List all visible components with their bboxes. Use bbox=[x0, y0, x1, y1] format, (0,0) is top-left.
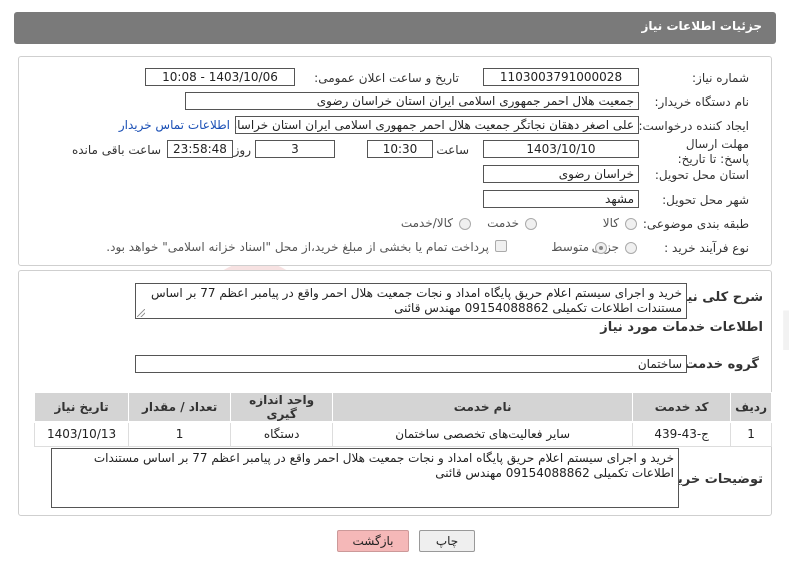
cell-name: سایر فعالیت‌های تخصصی ساختمان bbox=[332, 421, 634, 447]
cell-code: ج-43-439 bbox=[632, 421, 732, 447]
remaining-time-field[interactable]: 23:58:48 bbox=[167, 140, 233, 158]
summary-text: خرید و اجرای سیستم اعلام حریق پایگاه امد… bbox=[150, 286, 682, 315]
buyer-org-label: نام دستگاه خریدار: bbox=[654, 95, 750, 109]
summary-textarea[interactable]: خرید و اجرای سیستم اعلام حریق پایگاه امد… bbox=[135, 283, 687, 319]
remaining-time-label: ساعت باقی مانده bbox=[71, 143, 161, 157]
page-title: جزئیات اطلاعات نیاز bbox=[641, 19, 762, 33]
treasury-checkbox[interactable] bbox=[495, 240, 507, 252]
process-medium-label: متوسط bbox=[551, 240, 589, 254]
header-bar: جزئیات اطلاعات نیاز bbox=[14, 12, 776, 44]
category-label: طبقه بندی موضوعی: bbox=[642, 217, 749, 231]
print-button[interactable]: چاپ bbox=[419, 530, 475, 552]
services-table: ردیف کد خدمت نام خدمت واحد اندازه گیری ت… bbox=[33, 392, 772, 447]
cell-date: 1403/10/13 bbox=[33, 421, 130, 447]
cell-qty: 1 bbox=[128, 421, 232, 447]
deadline-time-field[interactable]: 10:30 bbox=[367, 140, 433, 158]
province-field[interactable]: خراسان رضوی bbox=[483, 165, 639, 183]
buyer-notes-textarea[interactable]: خرید و اجرای سیستم اعلام حریق پایگاه امد… bbox=[51, 448, 679, 508]
buyer-notes-text: خرید و اجرای سیستم اعلام حریق پایگاه امد… bbox=[93, 451, 674, 480]
cell-row: 1 bbox=[730, 421, 772, 447]
deadline-date-field[interactable]: 1403/10/10 bbox=[483, 140, 639, 158]
table-row[interactable]: 1 ج-43-439 سایر فعالیت‌های تخصصی ساختمان… bbox=[33, 421, 772, 447]
need-details-page: AriaTender.neT جزئیات اطلاعات نیاز شماره… bbox=[0, 0, 789, 566]
category-goods-radio[interactable] bbox=[625, 218, 637, 230]
announce-date-label: تاریخ و ساعت اعلان عمومی: bbox=[314, 71, 459, 85]
category-service-label: خدمت bbox=[487, 216, 519, 230]
col-name-header: نام خدمت bbox=[332, 392, 634, 423]
need-info-panel bbox=[18, 56, 772, 266]
buyer-contact-link[interactable]: اطلاعات تماس خریدار bbox=[119, 118, 230, 132]
services-section-title: اطلاعات خدمات مورد نیاز bbox=[600, 320, 763, 335]
buyer-org-field[interactable]: جمعیت هلال احمر جمهوری اسلامی ایران استا… bbox=[185, 92, 639, 110]
city-label: شهر محل تحویل: bbox=[662, 193, 749, 207]
requester-label: ایجاد کننده درخواست: bbox=[638, 119, 749, 133]
treasury-note: پرداخت تمام یا بخشی از مبلغ خرید،از محل … bbox=[106, 240, 489, 254]
need-number-label: شماره نیاز: bbox=[692, 71, 749, 85]
col-row-header: ردیف bbox=[730, 392, 772, 423]
col-date-header: تاریخ نیاز bbox=[33, 392, 130, 423]
service-group-label: گروه خدمت: bbox=[679, 357, 759, 372]
deadline-time-label: ساعت bbox=[436, 143, 469, 157]
deadline-label: مهلت ارسال پاسخ: تا تاریخ: bbox=[677, 137, 749, 166]
col-unit-header: واحد اندازه گیری bbox=[230, 392, 334, 423]
back-button[interactable]: بازگشت bbox=[337, 530, 409, 552]
category-service-radio[interactable] bbox=[525, 218, 537, 230]
need-number-field[interactable]: 1103003791000028 bbox=[483, 68, 639, 86]
category-goods-service-radio[interactable] bbox=[459, 218, 471, 230]
col-code-header: کد خدمت bbox=[632, 392, 732, 423]
process-minor-radio[interactable] bbox=[625, 242, 637, 254]
col-qty-header: تعداد / مقدار bbox=[128, 392, 232, 423]
province-label: استان محل تحویل: bbox=[654, 168, 749, 182]
announce-date-field[interactable]: 1403/10/06 - 10:08 bbox=[145, 68, 295, 86]
remaining-days-field[interactable]: 3 bbox=[255, 140, 335, 158]
category-goods-service-label: کالا/خدمت bbox=[400, 216, 453, 230]
cell-unit: دستگاه bbox=[230, 421, 334, 447]
service-group-field[interactable]: ساختمان bbox=[135, 355, 687, 373]
requester-field[interactable]: علی اصغر دهقان نجاتگر جمعیت هلال احمر جم… bbox=[235, 116, 639, 134]
process-medium-radio[interactable] bbox=[595, 242, 607, 254]
table-header-row: ردیف کد خدمت نام خدمت واحد اندازه گیری ت… bbox=[33, 392, 772, 423]
city-field[interactable]: مشهد bbox=[483, 190, 639, 208]
resize-grip-icon[interactable] bbox=[137, 309, 145, 317]
category-goods-label: کالا bbox=[602, 216, 619, 230]
process-label: نوع فرآیند خرید : bbox=[664, 241, 749, 255]
